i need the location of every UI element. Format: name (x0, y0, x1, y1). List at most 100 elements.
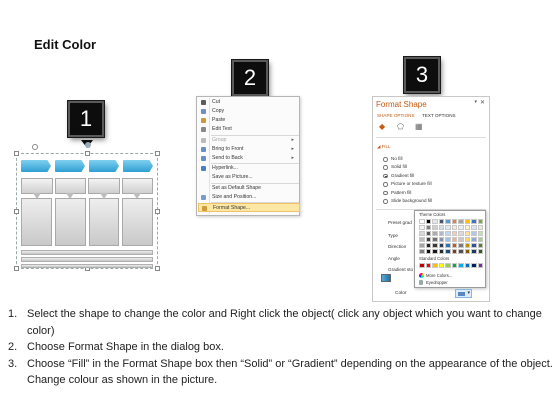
color-swatch[interactable] (425, 263, 431, 268)
content-box[interactable] (54, 198, 86, 246)
resize-handle[interactable] (14, 266, 19, 271)
arrow-shape[interactable] (123, 160, 153, 172)
color-swatch[interactable] (419, 243, 425, 248)
bar-shape[interactable] (21, 257, 153, 262)
color-swatch[interactable] (471, 263, 477, 268)
color-swatch[interactable] (438, 249, 444, 254)
fill-section-header[interactable]: ◢ FILL (377, 144, 390, 150)
color-swatch[interactable] (425, 237, 431, 242)
arrow-shape[interactable] (89, 160, 119, 172)
color-swatch[interactable] (425, 231, 431, 236)
color-swatch[interactable] (425, 249, 431, 254)
color-swatch[interactable] (419, 249, 425, 254)
color-swatch[interactable] (451, 225, 457, 230)
gradient-stop-bar[interactable] (381, 274, 391, 282)
color-swatch[interactable] (477, 219, 483, 224)
color-picker-button[interactable]: ▾ (455, 289, 472, 298)
callout-shape[interactable] (88, 178, 120, 199)
resize-handle[interactable] (14, 151, 19, 156)
selected-shape-diagram[interactable] (14, 142, 160, 271)
color-swatch[interactable] (458, 219, 464, 224)
arrow-shape[interactable] (21, 160, 51, 172)
menu-item-group[interactable]: Group ▸ (198, 136, 300, 145)
tab-shape-options[interactable]: SHAPE OPTIONS (377, 113, 415, 118)
color-swatch[interactable] (445, 249, 451, 254)
color-swatch[interactable] (438, 225, 444, 230)
callout-shape[interactable] (121, 178, 153, 199)
callout-shape[interactable] (21, 178, 53, 199)
color-swatch[interactable] (451, 243, 457, 248)
color-swatch[interactable] (471, 225, 477, 230)
chevron-down-icon[interactable]: ▾ (474, 99, 477, 105)
arrow-shape[interactable] (55, 160, 85, 172)
menu-item-save-as-picture[interactable]: Save as Picture... (198, 173, 300, 182)
color-swatch[interactable] (445, 243, 451, 248)
more-colors-link[interactable]: More Colors... (426, 273, 452, 278)
color-swatch[interactable] (445, 225, 451, 230)
menu-item-copy[interactable]: Copy (198, 107, 300, 116)
resize-handle[interactable] (155, 151, 160, 156)
color-swatch[interactable] (419, 263, 425, 268)
tab-text-options[interactable]: TEXT OPTIONS (422, 113, 456, 118)
fill-option-radio[interactable]: Gradient fill (383, 172, 414, 180)
color-swatch[interactable] (438, 237, 444, 242)
fill-option-radio[interactable]: Slide background fill (383, 197, 432, 205)
content-box[interactable] (88, 198, 120, 246)
color-swatch[interactable] (464, 243, 470, 248)
menu-item-edit-text[interactable]: Edit Text (198, 125, 300, 134)
color-swatch[interactable] (419, 219, 425, 224)
color-swatch[interactable] (477, 263, 483, 268)
color-swatch[interactable] (477, 231, 483, 236)
callout-shape[interactable] (54, 178, 86, 199)
content-box[interactable] (21, 198, 52, 246)
rotate-handle[interactable] (32, 144, 38, 150)
color-swatch[interactable] (464, 237, 470, 242)
color-swatch[interactable] (451, 219, 457, 224)
bar-shape[interactable] (21, 250, 153, 255)
color-swatch[interactable] (438, 243, 444, 248)
resize-handle[interactable] (14, 209, 19, 214)
pentagon-icon[interactable]: ⬠ (397, 122, 404, 131)
content-box[interactable] (122, 198, 153, 246)
bar-shape[interactable] (21, 264, 153, 268)
color-swatch[interactable] (477, 249, 483, 254)
color-swatch[interactable] (477, 225, 483, 230)
size-layout-icon[interactable]: ▦ (415, 122, 423, 131)
color-swatch[interactable] (432, 243, 438, 248)
color-swatch[interactable] (419, 231, 425, 236)
color-swatch[interactable] (471, 219, 477, 224)
color-swatch[interactable] (471, 243, 477, 248)
color-swatch[interactable] (438, 231, 444, 236)
menu-item-hyperlink[interactable]: Hyperlink... (198, 164, 300, 173)
color-swatch[interactable] (432, 263, 438, 268)
resize-handle[interactable] (155, 209, 160, 214)
menu-item-set-as-default-shape[interactable]: Set as Default Shape (198, 184, 300, 193)
color-swatch[interactable] (432, 225, 438, 230)
menu-item-send-to-back[interactable]: Send to Back ▸ (198, 154, 300, 163)
menu-item-paste[interactable]: Paste (198, 116, 300, 125)
resize-handle[interactable] (85, 151, 90, 156)
color-swatch[interactable] (458, 237, 464, 242)
color-swatch[interactable] (445, 263, 451, 268)
color-swatch[interactable] (425, 243, 431, 248)
color-swatch[interactable] (458, 263, 464, 268)
close-icon[interactable]: ✕ (480, 99, 485, 106)
color-swatch[interactable] (451, 231, 457, 236)
resize-handle[interactable] (155, 266, 160, 271)
menu-item-bring-to-front[interactable]: Bring to Front ▸ (198, 145, 300, 154)
color-swatch[interactable] (445, 219, 451, 224)
color-swatch[interactable] (458, 231, 464, 236)
paint-bucket-icon[interactable]: ◆ (379, 122, 385, 131)
fill-option-radio[interactable]: Picture or texture fill (383, 180, 432, 188)
color-swatch[interactable] (451, 263, 457, 268)
color-swatch[interactable] (432, 237, 438, 242)
color-swatch[interactable] (432, 219, 438, 224)
color-swatch[interactable] (471, 237, 477, 242)
color-swatch[interactable] (471, 231, 477, 236)
color-swatch[interactable] (438, 219, 444, 224)
menu-item-size-and-position[interactable]: Size and Position... (198, 193, 300, 202)
color-swatch[interactable] (419, 237, 425, 242)
color-swatch[interactable] (458, 225, 464, 230)
color-swatch[interactable] (425, 219, 431, 224)
eyedropper-link[interactable]: Eyedropper (426, 280, 448, 285)
